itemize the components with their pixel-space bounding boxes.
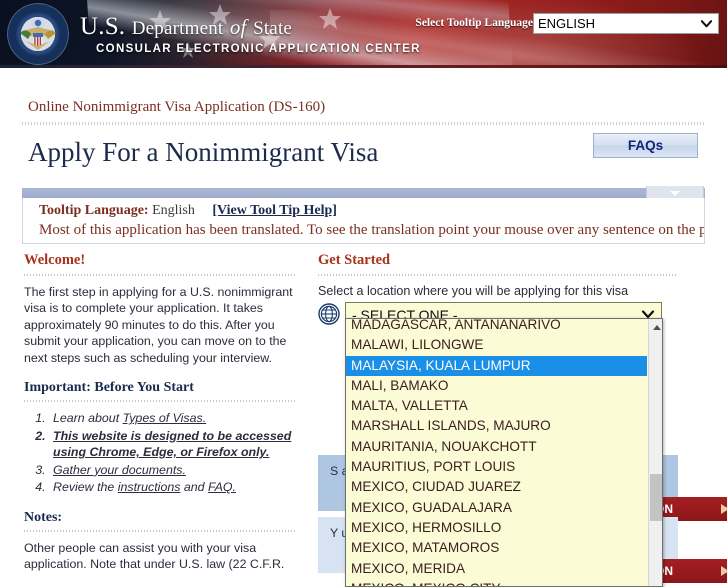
instructions-link[interactable]: instructions [118,480,181,494]
banner-title: U.S. Department of State [80,13,292,41]
banner-bottom-line [0,65,727,68]
notes-heading: Notes: [24,510,63,525]
dropdown-option[interactable]: MALI, BAMAKO [346,376,647,396]
location-select-label: Select a location where you will be appl… [318,284,629,298]
globe-icon [318,303,340,325]
tooltip-bar: Tooltip Language: English [View Tool Tip… [22,198,705,244]
department-of-state-seal [7,3,69,65]
dropdown-option[interactable]: MEXICO, HERMOSILLO [346,518,647,538]
list-item: This website is designed to be accessed … [49,428,296,461]
view-tooltip-help-link[interactable]: [View Tool Tip Help] [212,203,337,218]
dropdown-option[interactable]: MALAWI, LILONGWE [346,335,647,355]
dropdown-option[interactable]: MALTA, VALLETTA [346,396,647,416]
collapse-triangle-icon [670,191,680,196]
list-item: Learn about Types of Visas. [49,410,296,427]
banner-title-state: State [253,18,293,39]
step-2-text: This website is designed to be accessed … [53,428,292,460]
gather-documents-link[interactable]: Gather your documents. [53,463,186,477]
scroll-up-arrow-icon[interactable] [649,319,662,335]
dropdown-option[interactable]: MEXICO, MERIDA [346,559,647,579]
step-1-prefix: Learn about [53,411,123,426]
step-4-mid: and [180,480,208,495]
chevron-down-icon [700,20,713,28]
dropdown-option[interactable]: MEXICO, CIUDAD JUAREZ [346,477,647,497]
get-started-heading: Get Started [318,252,391,268]
banner-title-department: Department [131,18,224,39]
before-you-start-heading: Important: Before You Start [24,380,194,396]
dropdown-option[interactable]: MALAYSIA, KUALA LUMPUR [346,355,647,376]
before-you-start-divider [24,400,296,403]
breadcrumb: Online Nonimmigrant Visa Application (DS… [28,99,326,115]
welcome-intro-text: The first step in applying for a U.S. no… [24,285,293,365]
right-arrow-icon [721,566,727,576]
tooltip-language-value: ENGLISH [538,16,596,31]
faqs-button[interactable]: FAQs [593,133,698,158]
tooltip-language-label: Select Tooltip Language [415,17,533,29]
tooltip-language-row-value: English [152,203,195,218]
tooltip-language-select[interactable]: ENGLISH [533,13,719,34]
right-column: Get Started Select a location where you … [318,252,678,327]
scrollbar-thumb[interactable] [650,474,662,521]
dropdown-inner: MADAGASCAR, ANTANANARIVO MALAWI, LILONGWE… [346,319,662,586]
location-dropdown-list[interactable]: MADAGASCAR, ANTANANARIVO MALAWI, LILONGWE… [345,318,663,587]
page-title: Apply For a Nonimmigrant Visa [28,137,379,167]
get-started-divider [318,274,678,276]
right-arrow-icon [721,504,727,514]
welcome-heading: Welcome! [24,252,86,268]
dropdown-option[interactable]: MEXICO, MEXICO CITY [346,579,647,586]
step-4-prefix: Review the [53,480,118,495]
left-column: Welcome! The first step in applying for … [24,252,296,573]
faq-link[interactable]: FAQ. [208,480,236,494]
dropdown-option[interactable]: MAURITIUS, PORT LOUIS [346,457,647,477]
list-item: Review the instructions and FAQ. [49,479,296,496]
dropdown-option[interactable]: MARSHALL ISLANDS, MAJURO [346,416,647,436]
dropdown-option[interactable]: MAURITANIA, NOUAKCHOTT [346,437,647,457]
dropdown-option[interactable]: MADAGASCAR, ANTANANARIVO [346,319,647,335]
dropdown-option[interactable]: MEXICO, GUADALAJARA [346,498,647,518]
eagle-icon [20,18,56,51]
dropdown-option[interactable]: MEXICO, MATAMOROS [346,538,647,558]
banner-subtitle: CONSULAR ELECTRONIC APPLICATION CENTER [96,43,421,55]
tooltip-language-row: Tooltip Language: English [View Tool Tip… [39,203,337,219]
list-item: Gather your documents. [49,462,296,479]
tooltip-language-row-label: Tooltip Language: [39,203,149,218]
tooltip-bar-header [22,188,705,198]
banner-title-us: U.S. [80,13,126,40]
notes-divider [24,530,296,532]
banner-title-of: of [229,15,247,39]
dropdown-scrollbar[interactable] [648,319,662,586]
breadcrumb-divider [22,122,705,125]
up-triangle-icon [653,324,661,330]
notes-text: Other people can assist you with your vi… [24,541,285,572]
site-banner: U.S. Department of State CONSULAR ELECTR… [0,0,727,68]
types-of-visas-link[interactable]: Types of Visas. [123,411,207,425]
page-root: U.S. Department of State CONSULAR ELECTR… [0,0,727,587]
dropdown-options: MADAGASCAR, ANTANANARIVO MALAWI, LILONGWE… [346,319,647,586]
tooltip-message: Most of this application has been transl… [39,222,705,238]
welcome-divider [24,274,296,276]
before-you-start-list: Learn about Types of Visas. This website… [24,410,296,496]
